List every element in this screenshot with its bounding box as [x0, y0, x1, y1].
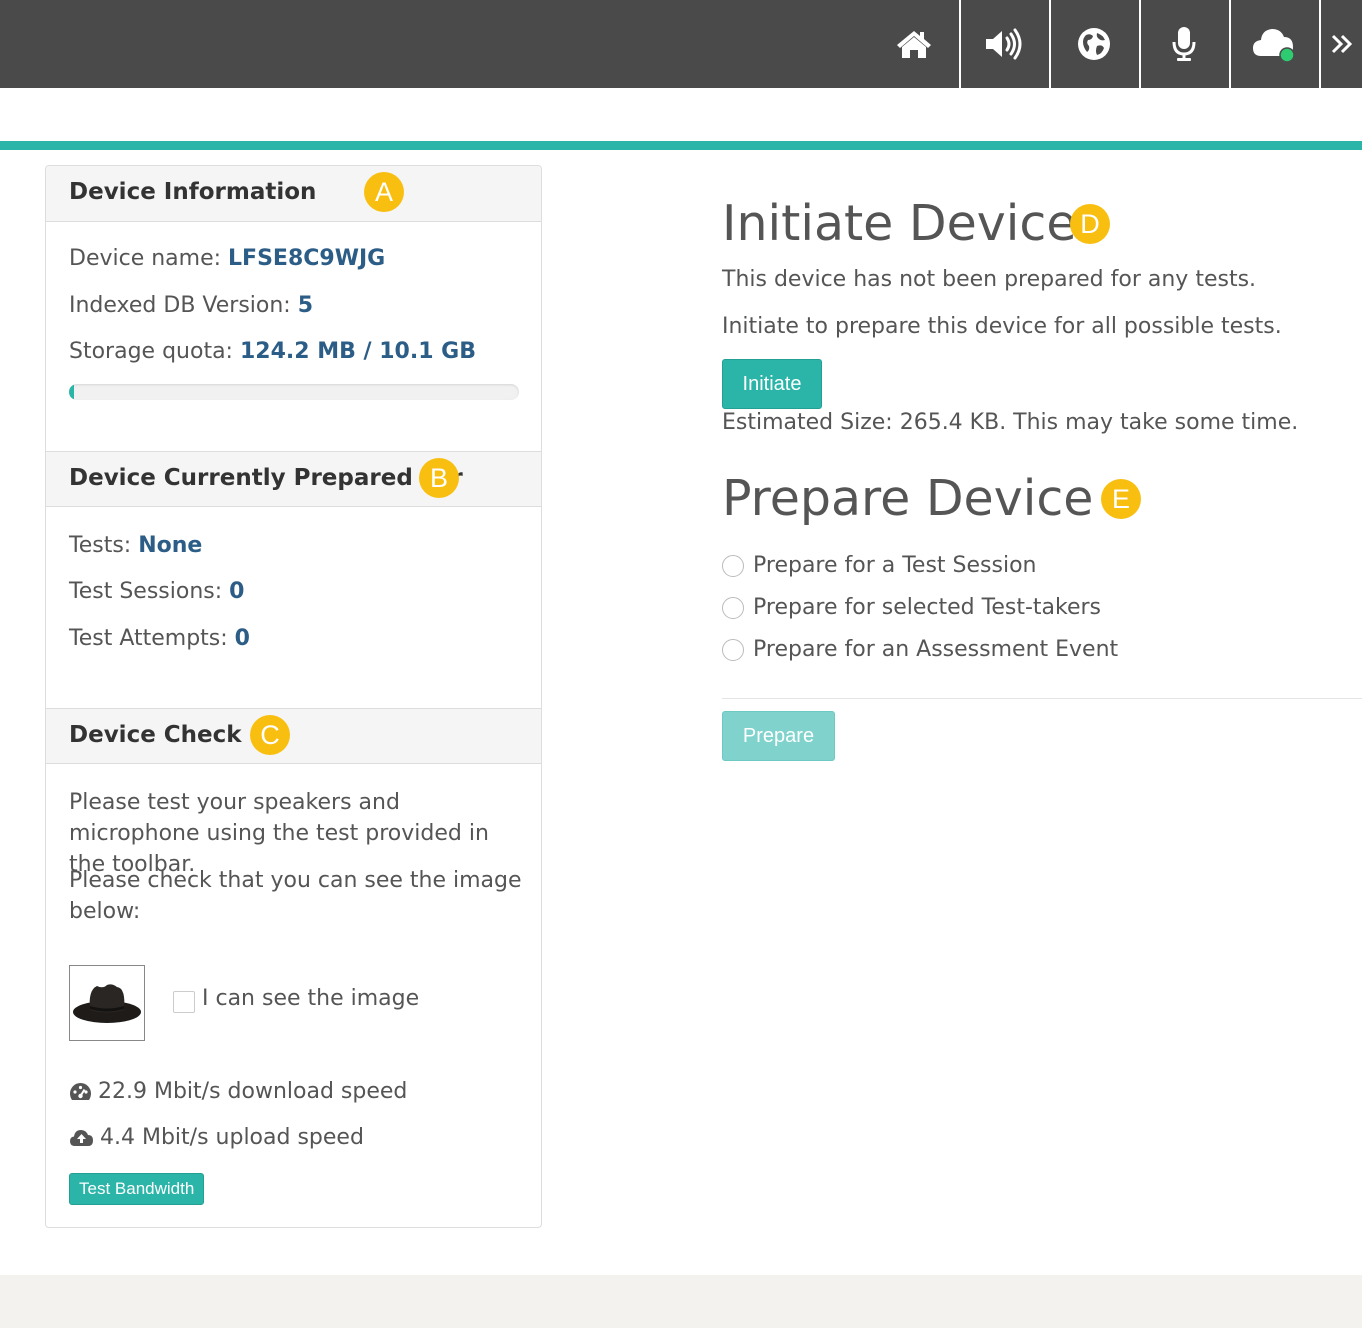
storage-progress-bar	[69, 384, 519, 400]
home-button[interactable]	[870, 0, 958, 88]
initiate-device-title: Initiate Device	[722, 195, 1077, 252]
initiate-status-text: This device has not been prepared for an…	[722, 267, 1257, 292]
radio-assessment-event[interactable]	[722, 638, 744, 661]
prepared-for-title: Device Currently Prepared For	[69, 465, 463, 491]
test-attempts-row: Test Attempts: 0	[69, 626, 250, 651]
device-status-panel: Device Information A Device name: LFSE8C…	[45, 165, 542, 1228]
globe-icon	[1078, 28, 1110, 60]
marker-a: A	[364, 172, 404, 212]
microphone-icon	[1172, 27, 1196, 61]
device-check-header: Device Check C	[46, 708, 541, 764]
prepare-option-label: Prepare for a Test Session	[753, 553, 1037, 578]
tests-value: None	[138, 533, 203, 558]
upload-speed-text: 4.4 Mbit/s upload speed	[100, 1125, 364, 1150]
storage-progress-fill	[69, 384, 75, 400]
initiate-device-heading: Initiate Device	[722, 195, 1076, 252]
test-image	[69, 965, 145, 1041]
test-sessions-value: 0	[229, 579, 245, 604]
prepare-device-title: Prepare Device	[722, 470, 1094, 527]
hat-image	[73, 984, 141, 1023]
prepare-button[interactable]: Prepare	[722, 711, 835, 761]
prepare-option-label: Prepare for an Assessment Event	[753, 637, 1119, 662]
home-icon	[897, 31, 931, 58]
marker-b: B	[419, 458, 459, 498]
connection-status-button[interactable]	[1229, 0, 1317, 88]
initiate-hint-text: Initiate to prepare this device for all …	[722, 314, 1282, 339]
test-attempts-value: 0	[234, 626, 250, 651]
prepare-device-heading: Prepare Device	[722, 470, 1093, 527]
marker-e: E	[1101, 479, 1141, 519]
db-version-value: 5	[297, 293, 314, 318]
download-speed-row: 22.9 Mbit/s download speed	[69, 1079, 407, 1104]
estimated-size-text: Estimated Size: 265.4 KB. This may take …	[722, 410, 1299, 435]
image-visible-label: I can see the image	[202, 986, 420, 1011]
device-information-title: Device Information	[69, 179, 317, 205]
radio-test-session[interactable]	[722, 554, 744, 577]
initiate-button[interactable]: Initiate	[722, 359, 822, 409]
download-speed-text: 22.9 Mbit/s download speed	[98, 1079, 408, 1104]
prepare-option-assessment-event[interactable]: Prepare for an Assessment Event	[722, 637, 1118, 662]
image-check-instructions: Please check that you can see the image …	[69, 868, 522, 924]
storage-quota-row: Storage quota: 124.2 MB / 10.1 GB	[69, 339, 476, 364]
prepare-option-test-session[interactable]: Prepare for a Test Session	[722, 553, 1037, 578]
page-footer	[0, 1275, 1362, 1328]
prepare-option-label: Prepare for selected Test-takers	[753, 595, 1101, 620]
storage-quota-label: Storage quota:	[69, 339, 240, 364]
test-sessions-row: Test Sessions: 0	[69, 579, 244, 604]
microphone-test-button[interactable]	[1139, 0, 1227, 88]
storage-quota-value: 124.2 MB / 10.1 GB	[239, 339, 476, 364]
double-chevron-right-icon	[1331, 34, 1352, 54]
prepare-option-test-takers[interactable]: Prepare for selected Test-takers	[722, 595, 1101, 620]
more-tools-button[interactable]	[1319, 0, 1362, 88]
device-name-label: Device name:	[69, 246, 229, 271]
language-button[interactable]	[1049, 0, 1137, 88]
marker-d: D	[1070, 204, 1110, 244]
divider	[722, 698, 1362, 699]
db-version-label: Indexed DB Version:	[69, 293, 298, 318]
test-bandwidth-button[interactable]: Test Bandwidth	[69, 1173, 205, 1205]
tests-label: Tests:	[69, 533, 139, 558]
cloud-online-icon	[1253, 29, 1295, 63]
speedometer-icon	[70, 1082, 91, 1100]
device-name-row: Device name: LFSE8C9WJG	[69, 246, 385, 271]
cloud-upload-icon	[70, 1129, 93, 1146]
tests-row: Tests: None	[69, 533, 202, 558]
test-sessions-label: Test Sessions:	[69, 579, 230, 604]
header-accent-bar	[0, 141, 1362, 150]
test-attempts-label: Test Attempts:	[69, 626, 235, 651]
speaker-test-button[interactable]	[959, 0, 1047, 88]
speaker-icon	[986, 28, 1022, 60]
marker-c: C	[250, 715, 290, 755]
prepared-for-header: Device Currently Prepared For B	[46, 451, 541, 507]
device-name-value: LFSE8C9WJG	[228, 246, 386, 271]
upload-speed-row: 4.4 Mbit/s upload speed	[69, 1125, 364, 1150]
top-toolbar	[0, 0, 1362, 88]
device-information-header: Device Information A	[46, 166, 541, 222]
device-check-title: Device Check	[69, 722, 242, 748]
image-visible-checkbox[interactable]	[173, 991, 195, 1013]
radio-test-takers[interactable]	[722, 596, 744, 619]
db-version-row: Indexed DB Version: 5	[69, 293, 313, 318]
